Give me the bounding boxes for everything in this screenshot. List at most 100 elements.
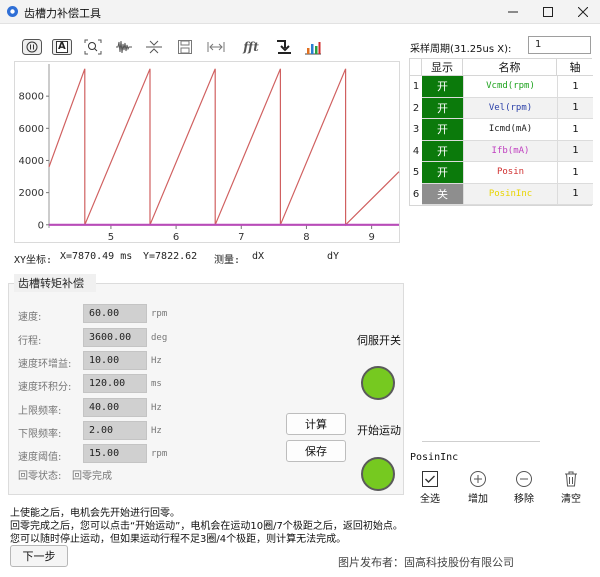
x-tick-label: 9 <box>368 232 374 243</box>
remove-button[interactable]: 移除 <box>503 470 545 505</box>
bar-chart-button[interactable] <box>302 38 324 56</box>
auto-scale-button[interactable]: A <box>51 38 73 56</box>
channel-axis[interactable]: 1 <box>557 76 593 98</box>
select-all-button[interactable]: 全选 <box>409 470 451 505</box>
close-button[interactable] <box>566 2 600 22</box>
channel-axis[interactable]: 1 <box>557 162 593 184</box>
calculate-button[interactable]: 计算 <box>286 413 346 435</box>
minimize-icon <box>508 11 518 13</box>
lower-freq-field[interactable]: 2.00 <box>83 421 147 440</box>
speed-loop-gain-label: 速度环增益: <box>18 359 72 370</box>
row-index: 6 <box>412 188 420 200</box>
channel-table: 显示 名称 轴 1 开 Vcmd(rpm) 1 2 开 Vel(rpm) 1 3 开 Icmd(mA… <box>409 58 593 206</box>
channel-name[interactable]: Vcmd(rpm) <box>463 76 557 98</box>
speed-loop-integral-unit: ms <box>151 379 162 389</box>
servo-switch-led[interactable] <box>361 366 395 400</box>
speed-loop-gain-field[interactable]: 10.00 <box>83 351 147 370</box>
app-icon <box>7 6 18 17</box>
channel-name[interactable]: Posin <box>463 162 557 184</box>
speed-threshold-field[interactable]: 15.00 <box>83 444 147 463</box>
channel-name[interactable]: Icmd(mA) <box>463 119 557 141</box>
show-toggle[interactable]: 关 <box>422 183 463 205</box>
x-tick-label: 6 <box>173 232 179 243</box>
series-line-posin <box>48 68 400 227</box>
sampling-period-label: 采样周期(31.25us X): <box>410 44 512 55</box>
show-toggle[interactable]: 开 <box>422 97 463 119</box>
trash-icon <box>565 471 577 487</box>
step-button[interactable] <box>273 38 295 56</box>
select-all-label: 全选 <box>420 494 440 505</box>
x-tick-label: 5 <box>108 232 114 243</box>
y-readout: Y=7822.62 <box>143 251 198 262</box>
channel-axis[interactable]: 1 <box>557 97 593 119</box>
xy-label: XY坐标: <box>14 255 53 266</box>
row-index: 5 <box>412 167 420 179</box>
measure-label: 测量: <box>214 255 241 266</box>
dy-label: dY <box>327 251 340 262</box>
checkbox-icon <box>422 471 438 487</box>
upper-freq-unit: Hz <box>151 403 162 413</box>
y-tick-label: 6000 <box>19 124 44 135</box>
save-plot-button[interactable] <box>174 38 196 56</box>
save-icon <box>178 40 192 54</box>
show-toggle[interactable]: 开 <box>422 140 463 162</box>
maximize-icon <box>543 7 553 17</box>
sampling-period-input[interactable]: 1 <box>528 36 591 54</box>
header-show[interactable]: 显示 <box>422 59 463 76</box>
lower-freq-unit: Hz <box>151 426 162 436</box>
speed-field[interactable]: 60.00 <box>83 304 147 323</box>
channel-axis[interactable]: 1 <box>557 140 593 162</box>
panel-title: 齿槽转矩补偿 <box>18 277 84 290</box>
show-toggle[interactable]: 开 <box>422 76 463 98</box>
window-title: 齿槽力补偿工具 <box>24 7 101 20</box>
fit-width-button[interactable] <box>205 38 227 56</box>
add-label: 增加 <box>468 494 488 505</box>
servo-switch-label: 伺服开关 <box>357 334 401 347</box>
next-step-button[interactable]: 下一步 <box>10 545 68 567</box>
speed-threshold-unit: rpm <box>151 449 168 459</box>
publisher-watermark: 图片发布者：固高科技股份有限公司 <box>338 556 514 569</box>
channel-name[interactable]: Ifb(mA) <box>463 140 557 162</box>
speed-loop-integral-field[interactable]: 120.00 <box>83 374 147 393</box>
stroke-unit: deg <box>151 333 168 343</box>
compress-icon <box>146 40 162 54</box>
start-motion-label: 开始运动 <box>357 424 401 437</box>
add-icon <box>470 471 486 487</box>
header-axis[interactable]: 轴 <box>557 59 593 76</box>
plot-canvas: 0 2000 4000 6000 8000 5 6 7 8 9 <box>19 64 400 243</box>
y-tick-label: 0 <box>38 220 44 231</box>
return-state-label: 回零状态: <box>18 471 62 482</box>
header-name[interactable]: 名称 <box>463 59 557 76</box>
fft-button[interactable]: fft <box>238 38 264 56</box>
channel-axis[interactable]: 1 <box>557 183 593 205</box>
zoom-box-button[interactable] <box>82 38 104 56</box>
show-toggle[interactable]: 开 <box>422 119 463 141</box>
minimize-button[interactable] <box>496 2 530 22</box>
speed-label: 速度: <box>18 312 42 323</box>
y-tick-label: 8000 <box>19 92 44 103</box>
channel-axis[interactable]: 1 <box>557 119 593 141</box>
remove-label: 移除 <box>514 494 534 505</box>
add-button[interactable]: 增加 <box>457 470 499 505</box>
lower-freq-label: 下限频率: <box>18 429 62 440</box>
channel-name[interactable]: Vel(rpm) <box>463 97 557 119</box>
waveform-button[interactable] <box>113 38 135 56</box>
compress-button[interactable] <box>143 38 165 56</box>
clear-button[interactable]: 清空 <box>550 470 592 505</box>
save-button[interactable]: 保存 <box>286 440 346 462</box>
channel-name[interactable]: PosinInc <box>463 183 557 205</box>
oscilloscope-plot[interactable]: 0 2000 4000 6000 8000 5 6 7 8 9 <box>14 61 400 243</box>
upper-freq-field[interactable]: 40.00 <box>83 398 147 417</box>
speed-unit: rpm <box>151 309 168 319</box>
fit-width-icon <box>207 42 225 52</box>
show-toggle[interactable]: 开 <box>422 162 463 184</box>
start-motion-led[interactable] <box>361 457 395 491</box>
dx-label: dX <box>252 251 265 262</box>
maximize-button[interactable] <box>531 2 565 22</box>
pause-button[interactable] <box>21 38 43 56</box>
speed-loop-integral-label: 速度环积分: <box>18 382 72 393</box>
remove-icon <box>516 471 532 487</box>
x-tick-label: 7 <box>238 232 244 243</box>
stroke-field[interactable]: 3600.00 <box>83 328 147 347</box>
speed-loop-gain-unit: Hz <box>151 356 162 366</box>
